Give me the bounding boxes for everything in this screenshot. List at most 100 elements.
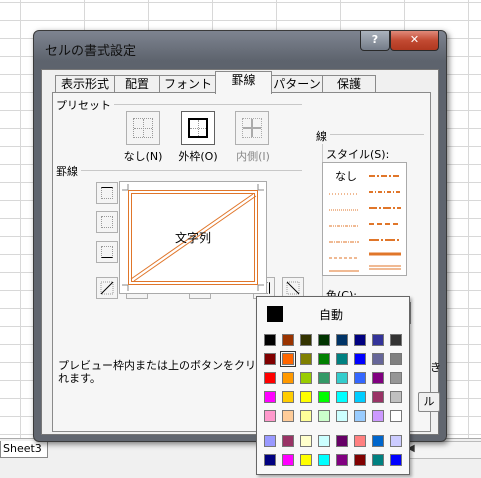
style-label: スタイル(S): bbox=[326, 146, 393, 162]
border-bottom-button[interactable] bbox=[96, 241, 118, 263]
color-swatch[interactable] bbox=[300, 410, 312, 422]
color-swatch[interactable] bbox=[300, 334, 312, 346]
line-style-list[interactable]: なし bbox=[322, 162, 407, 276]
color-swatch[interactable] bbox=[372, 391, 384, 403]
preset-inside-button[interactable] bbox=[235, 111, 269, 145]
preset-outline-label: 外枠(O) bbox=[178, 150, 218, 163]
color-swatch[interactable] bbox=[280, 351, 296, 367]
line-group-top-border bbox=[322, 134, 424, 135]
color-swatch[interactable] bbox=[282, 391, 294, 403]
border-diag-up-button[interactable] bbox=[96, 277, 118, 299]
border-bottom-icon bbox=[101, 246, 113, 258]
color-swatch[interactable] bbox=[390, 353, 402, 365]
color-swatch[interactable] bbox=[390, 334, 402, 346]
color-swatch[interactable] bbox=[318, 334, 330, 346]
color-swatch[interactable] bbox=[336, 454, 348, 466]
color-swatch[interactable] bbox=[336, 435, 348, 447]
color-swatch[interactable] bbox=[300, 435, 312, 447]
border-preview[interactable]: 文字列 bbox=[119, 181, 267, 294]
preset-none-button[interactable] bbox=[126, 111, 160, 145]
color-swatch[interactable] bbox=[372, 353, 384, 365]
color-swatch[interactable] bbox=[264, 435, 276, 447]
color-swatch[interactable] bbox=[264, 353, 276, 365]
color-swatch[interactable] bbox=[390, 435, 402, 447]
color-swatch[interactable] bbox=[354, 435, 366, 447]
tab-alignment[interactable]: 配置 bbox=[114, 75, 160, 93]
color-swatch[interactable] bbox=[318, 435, 330, 447]
color-swatch[interactable] bbox=[264, 410, 276, 422]
color-swatch[interactable] bbox=[336, 334, 348, 346]
color-palette-popup: 自動 bbox=[256, 296, 410, 475]
color-swatch[interactable] bbox=[354, 410, 366, 422]
color-swatch[interactable] bbox=[282, 454, 294, 466]
color-swatch[interactable] bbox=[264, 391, 276, 403]
tab-patterns[interactable]: パターン bbox=[271, 75, 323, 93]
tab-font[interactable]: フォント bbox=[159, 75, 217, 93]
color-swatch[interactable] bbox=[390, 454, 402, 466]
color-swatch[interactable] bbox=[336, 353, 348, 365]
color-swatch[interactable] bbox=[300, 353, 312, 365]
color-swatch[interactable] bbox=[354, 353, 366, 365]
color-swatch[interactable] bbox=[354, 372, 366, 384]
line-style-samples bbox=[329, 175, 401, 272]
color-swatch[interactable] bbox=[282, 410, 294, 422]
color-swatch[interactable] bbox=[336, 372, 348, 384]
border-label: 罫線 bbox=[56, 163, 81, 179]
preset-separator bbox=[104, 104, 302, 105]
color-swatch[interactable] bbox=[300, 372, 312, 384]
color-swatch[interactable] bbox=[282, 372, 294, 384]
color-swatch[interactable] bbox=[282, 435, 294, 447]
tab-number[interactable]: 表示形式 bbox=[55, 75, 115, 93]
instruction-text-tail: き bbox=[430, 361, 441, 374]
color-swatch[interactable] bbox=[354, 334, 366, 346]
preset-none-label: なし(N) bbox=[123, 150, 163, 163]
close-button[interactable]: ✕ bbox=[390, 31, 439, 51]
border-separator bbox=[78, 170, 302, 171]
border-inside-icon bbox=[242, 118, 262, 138]
color-swatch[interactable] bbox=[300, 454, 312, 466]
tab-protection[interactable]: 保護 bbox=[322, 75, 376, 93]
auto-color-swatch[interactable] bbox=[267, 306, 283, 322]
border-top-button[interactable] bbox=[96, 182, 118, 204]
color-swatch[interactable] bbox=[372, 334, 384, 346]
color-swatch[interactable] bbox=[390, 372, 402, 384]
color-swatch[interactable] bbox=[318, 391, 330, 403]
color-swatch[interactable] bbox=[300, 391, 312, 403]
border-middle-h-button[interactable] bbox=[96, 211, 118, 233]
color-swatch[interactable] bbox=[318, 372, 330, 384]
diagonal-down-icon bbox=[286, 281, 300, 295]
color-swatch[interactable] bbox=[264, 372, 276, 384]
color-swatch[interactable] bbox=[372, 372, 384, 384]
color-swatch[interactable] bbox=[372, 454, 384, 466]
border-outline-icon bbox=[188, 118, 208, 138]
instruction-line-2: れます。 bbox=[58, 372, 101, 385]
color-swatch[interactable] bbox=[336, 410, 348, 422]
color-swatch[interactable] bbox=[318, 410, 330, 422]
color-swatch[interactable] bbox=[354, 391, 366, 403]
border-middle-h-icon bbox=[101, 216, 113, 228]
border-top-icon bbox=[101, 187, 113, 199]
sheet-tab-sheet3[interactable]: Sheet3 bbox=[0, 441, 48, 458]
horizontal-scrollbar[interactable]: ◀ bbox=[404, 441, 481, 459]
auto-color-label[interactable]: 自動 bbox=[319, 306, 343, 323]
line-group-label: 線 bbox=[316, 128, 330, 144]
color-swatch[interactable] bbox=[354, 454, 366, 466]
color-swatch[interactable] bbox=[282, 334, 294, 346]
border-none-icon bbox=[133, 118, 153, 138]
color-swatch[interactable] bbox=[264, 454, 276, 466]
preset-inside-label: 内側(I) bbox=[236, 150, 270, 163]
color-swatch[interactable] bbox=[318, 353, 330, 365]
color-swatch[interactable] bbox=[318, 454, 330, 466]
preset-outline-button[interactable] bbox=[181, 111, 215, 145]
diagonal-up-icon bbox=[100, 281, 114, 295]
cancel-button[interactable]: ル bbox=[418, 392, 440, 412]
preview-text: 文字列 bbox=[174, 231, 211, 245]
color-swatch[interactable] bbox=[390, 410, 402, 422]
color-swatch[interactable] bbox=[390, 391, 402, 403]
help-button[interactable]: ? bbox=[360, 31, 390, 51]
color-swatch[interactable] bbox=[372, 410, 384, 422]
color-swatch[interactable] bbox=[372, 435, 384, 447]
color-swatch[interactable] bbox=[264, 334, 276, 346]
tab-border[interactable]: 罫線 bbox=[215, 71, 272, 94]
color-swatch[interactable] bbox=[336, 391, 348, 403]
